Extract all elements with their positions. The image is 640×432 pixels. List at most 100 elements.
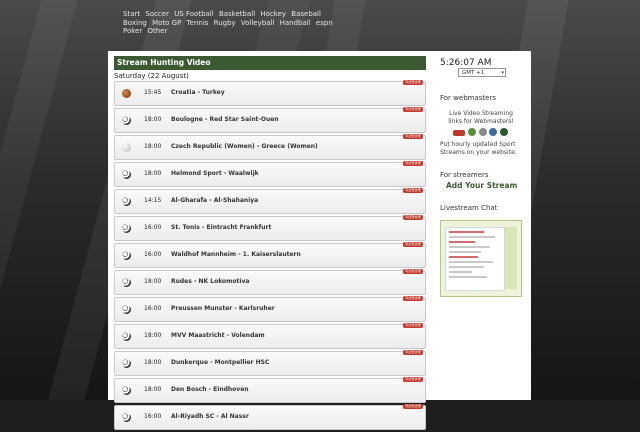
event-match[interactable]: Helmond Sport - Waalwijk (171, 170, 259, 177)
nav-link-us-football[interactable]: US Football (174, 10, 214, 18)
event-match[interactable]: Czech Republic (Women) - Greece (Women) (171, 143, 318, 150)
live-badge: 지금방송중 (402, 215, 423, 220)
event-time: 16:00 (144, 251, 162, 258)
live-badge: 지금방송중 (402, 296, 423, 301)
soccer-ball-icon (122, 332, 131, 341)
soccer-ball-icon (122, 224, 131, 233)
section-title: Stream Hunting Video (114, 56, 426, 70)
event-time: 16:00 (144, 305, 162, 312)
live-badge: 지금방송중 (402, 107, 423, 112)
live-badge: 지금방송중 (402, 269, 423, 274)
nav-link-tennis[interactable]: Tennis (187, 19, 209, 27)
soccer-ball-icon (122, 386, 131, 395)
nav-link-poker[interactable]: Poker (123, 27, 142, 35)
event-time: 16:00 (144, 413, 162, 420)
nav-link-other[interactable]: Other (147, 27, 167, 35)
event-match[interactable]: St. Tonis - Eintracht Frankfurt (171, 224, 271, 231)
event-time: 18:00 (144, 143, 162, 150)
soccer-ball-icon (122, 359, 131, 368)
event-time: 15:45 (144, 89, 162, 96)
nav-link-boxing[interactable]: Boxing (123, 19, 147, 27)
event-match[interactable]: Dunkerque - Montpellier HSC (171, 359, 269, 366)
top-navigation: Start Soccer US Football Basketball Hock… (123, 10, 353, 36)
nav-link-motogp[interactable]: Moto GP (152, 19, 181, 27)
event-row[interactable]: 18:00 Czech Republic (Women) - Greece (Wo… (114, 134, 426, 160)
live-badge: 지금방송중 (402, 80, 423, 85)
event-row[interactable]: 16:00 Al-Riyadh SC - Al Nassr 지금방송중 (114, 404, 426, 430)
soccer-ball-icon (122, 278, 131, 287)
live-badge: 지금방송중 (402, 188, 423, 193)
event-row[interactable]: 16:00 Waldhof Mannheim - 1. Kaiserslauter… (114, 242, 426, 268)
nav-link-espn[interactable]: espn (316, 19, 333, 27)
event-row[interactable]: 18:00 Helmond Sport - Waalwijk 지금방송중 (114, 161, 426, 187)
event-match[interactable]: Waldhof Mannheim - 1. Kaiserslautern (171, 251, 301, 258)
event-match[interactable]: Boulogne - Red Star Saint-Ouen (171, 116, 279, 123)
nav-link-rugby[interactable]: Rugby (214, 19, 236, 27)
event-match[interactable]: Rudes - NK Lokomotiva (171, 278, 249, 285)
event-row[interactable]: 18:00 Dunkerque - Montpellier HSC 지금방송중 (114, 350, 426, 376)
event-match[interactable]: Al-Riyadh SC - Al Nassr (171, 413, 249, 420)
soccer-ball-icon (122, 413, 131, 422)
live-badge: 지금방송중 (402, 242, 423, 247)
nav-link-soccer[interactable]: Soccer (145, 10, 169, 18)
soccer-ball-icon (122, 197, 131, 206)
nav-link-hockey[interactable]: Hockey (260, 10, 286, 18)
chat-messages-preview (445, 227, 505, 291)
webmasters-promo[interactable]: Live Video Streaming links for Webmaster… (444, 110, 518, 138)
event-match[interactable]: Den Bosch - Eindhoven (171, 386, 249, 393)
nav-link-baseball[interactable]: Baseball (291, 10, 321, 18)
nav-link-handball[interactable]: Handball (280, 19, 311, 27)
event-row[interactable]: 16:00 Preussen Munster - Karlsruher 지금방송중 (114, 296, 426, 322)
clock: 5:26:07 AM (440, 58, 492, 68)
webmasters-promo-text: Live Video Streaming links for Webmaster… (448, 110, 514, 125)
events-list: 15:45 Croatia - Turkey 지금방송중 18:00 Boulogne … (114, 80, 426, 430)
soccer-ball-icon (122, 305, 131, 314)
nav-link-start[interactable]: Start (123, 10, 140, 18)
chat-thumbnail[interactable] (440, 220, 522, 297)
event-row[interactable]: 18:00 Den Bosch - Eindhoven 지금방송중 (114, 377, 426, 403)
key-icon (478, 128, 487, 136)
live-badge: 지금방송중 (402, 323, 423, 328)
event-row[interactable]: 14:15 Al-Gharafa - Al-Shahaniya 지금방송중 (114, 188, 426, 214)
platform-icons (444, 128, 518, 138)
events-column: Stream Hunting Video Saturday (22 August… (114, 56, 426, 432)
event-row[interactable]: 15:45 Croatia - Turkey 지금방송중 (114, 80, 426, 106)
event-time: 14:15 (144, 197, 162, 204)
event-time: 18:00 (144, 278, 162, 285)
live-badge: 지금방송중 (402, 350, 423, 355)
live-badge: 지금방송중 (402, 377, 423, 382)
sidebar: 5:26:07 AM GMT +1 ▾ For webmasters Live … (440, 58, 525, 297)
live-badge: 지금방송중 (402, 161, 423, 166)
event-time: 18:00 (144, 386, 162, 393)
event-match[interactable]: Al-Gharafa - Al-Shahaniya (171, 197, 258, 204)
content-panel: Stream Hunting Video Saturday (22 August… (108, 51, 531, 430)
soccer-ball-icon (122, 170, 131, 179)
live-badge: 지금방송중 (402, 134, 423, 139)
event-row[interactable]: 18:00 Rudes - NK Lokomotiva 지금방송중 (114, 269, 426, 295)
event-match[interactable]: Preussen Munster - Karlsruher (171, 305, 275, 312)
event-time: 18:00 (144, 116, 162, 123)
volleyball-icon (122, 143, 131, 152)
nav-link-basketball[interactable]: Basketball (219, 10, 255, 18)
timezone-select[interactable]: GMT +1 ▾ (458, 68, 506, 77)
event-match[interactable]: Croatia - Turkey (171, 89, 225, 96)
drupal-icon (500, 128, 509, 136)
nav-link-volleyball[interactable]: Volleyball (241, 19, 275, 27)
event-row[interactable]: 18:00 Boulogne - Red Star Saint-Ouen 지금방송중 (114, 107, 426, 133)
soccer-ball-icon (122, 116, 131, 125)
add-stream-link[interactable]: Add Your Stream (446, 181, 525, 190)
event-time: 18:00 (144, 332, 162, 339)
event-row[interactable]: 18:00 MVV Maastricht - Volendam 지금방송중 (114, 323, 426, 349)
event-time: 16:00 (144, 224, 162, 231)
event-match[interactable]: MVV Maastricht - Volendam (171, 332, 265, 339)
joomla-icon (467, 128, 476, 136)
wordpress-icon (489, 128, 498, 136)
event-time: 18:00 (144, 359, 162, 366)
event-row[interactable]: 16:00 St. Tonis - Eintracht Frankfurt 지금방송… (114, 215, 426, 241)
chat-userlist-preview (505, 227, 517, 289)
chat-heading: Livestream Chat (440, 204, 498, 212)
live-badge-icon (452, 130, 465, 136)
date-label: Saturday (22 August) (114, 72, 189, 80)
timezone-value: GMT +1 (462, 70, 485, 76)
webmasters-heading: For webmasters (440, 94, 496, 102)
